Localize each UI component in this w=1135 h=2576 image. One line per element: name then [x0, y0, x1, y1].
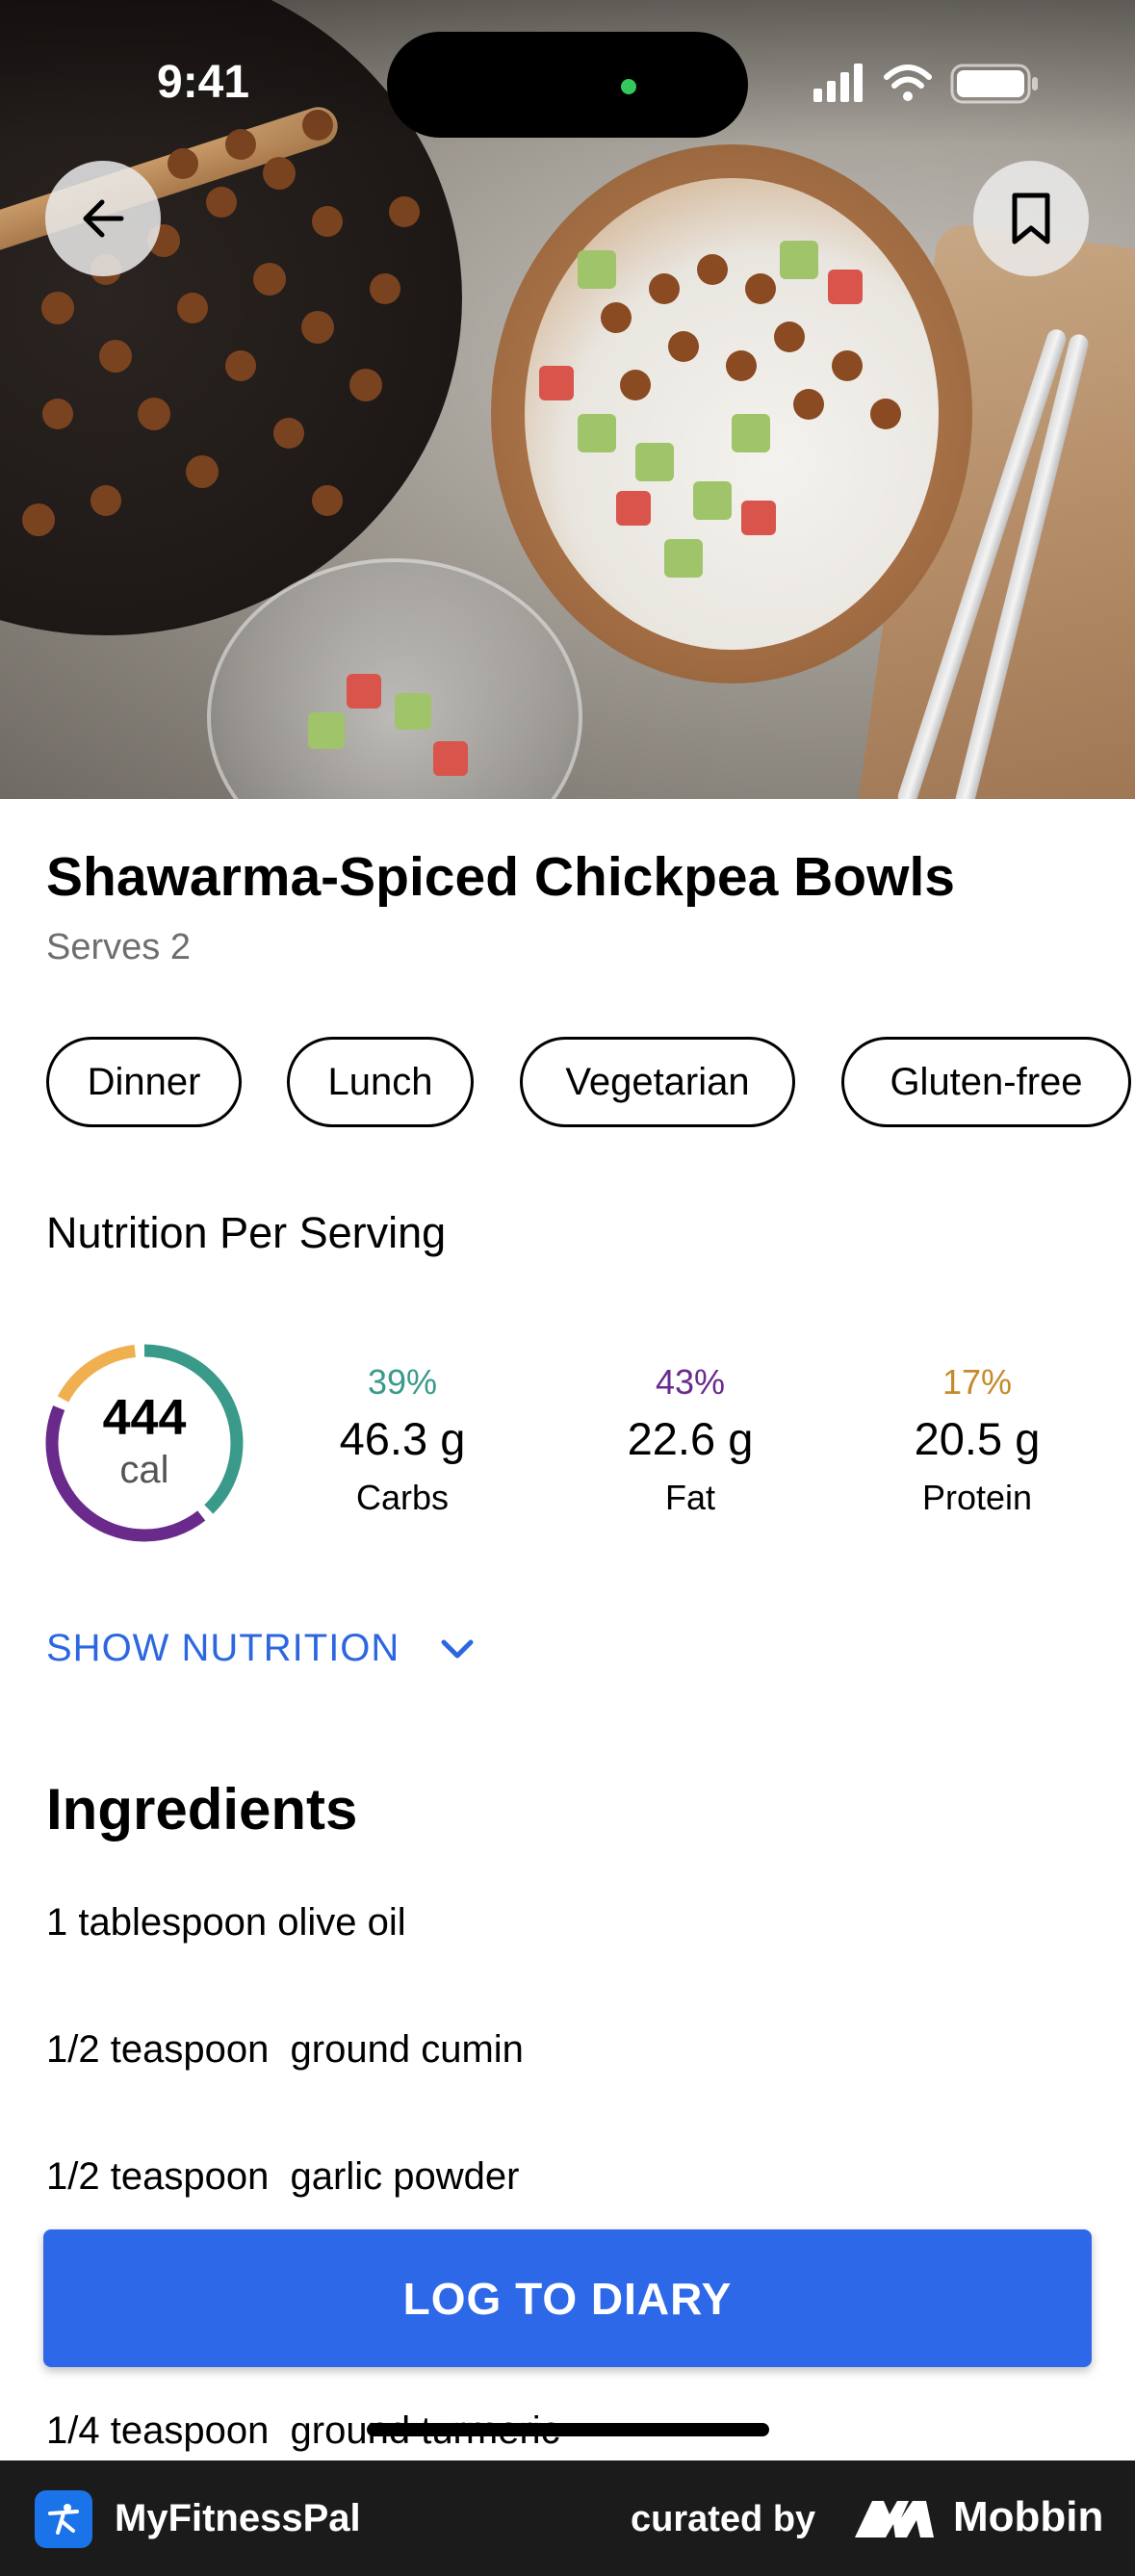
ingredient-item: 1/2 teaspoon ground cumin: [46, 2028, 524, 2071]
camera-indicator-icon: [621, 79, 636, 94]
app-name: MyFitnessPal: [115, 2497, 361, 2539]
home-indicator[interactable]: [367, 2423, 769, 2436]
mobbin-logo-icon: [855, 2501, 934, 2537]
cellular-signal-icon: [813, 64, 863, 102]
ingredient-item: 1 tablespoon olive oil: [46, 1901, 406, 1944]
recipe-serves: Serves 2: [46, 927, 191, 967]
bookmark-icon: [1012, 193, 1050, 245]
macro-amount: 46.3 g: [339, 1413, 466, 1464]
curated-by-label: curated by: [631, 2499, 816, 2539]
wifi-icon: [884, 64, 932, 89]
bookmark-button[interactable]: [973, 161, 1089, 276]
calorie-value: 444: [102, 1390, 187, 1446]
macro-percent: 17%: [942, 1362, 1013, 1402]
ingredient-item: 1/2 teaspoon garlic powder: [46, 2155, 520, 2198]
tag-dinner[interactable]: Dinner: [46, 1037, 242, 1127]
macro-percent: 43%: [655, 1362, 726, 1402]
macro-percent: 39%: [367, 1362, 438, 1402]
myfitnesspal-logo-icon: [35, 2490, 92, 2548]
show-nutrition-label: SHOW NUTRITION: [46, 1627, 400, 1669]
status-icons: [813, 64, 1038, 104]
status-time: 9:41: [157, 57, 250, 108]
tag-lunch[interactable]: Lunch: [287, 1037, 474, 1127]
chevron-down-icon: [441, 1639, 474, 1658]
macro-label: Protein: [921, 1478, 1033, 1517]
macro-amount: 22.6 g: [627, 1413, 754, 1464]
brand-name: Mobbin: [953, 2493, 1104, 2540]
calorie-unit: cal: [119, 1449, 169, 1491]
arrow-left-icon: [83, 199, 124, 238]
show-nutrition-button[interactable]: SHOW NUTRITION: [46, 1627, 477, 1670]
tag-gluten-free[interactable]: Gluten-free: [841, 1037, 1131, 1127]
battery-icon: [950, 64, 1038, 104]
ingredients-heading: Ingredients: [46, 1777, 358, 1842]
nutrition-heading: Nutrition Per Serving: [46, 1208, 447, 1257]
macro-fat: 43% 22.6 g Fat: [584, 1362, 796, 1518]
macro-protein: 17% 20.5 g Protein: [871, 1362, 1083, 1518]
macro-label: Carbs: [355, 1478, 450, 1517]
macro-amount: 20.5 g: [914, 1413, 1041, 1464]
macro-label: Fat: [664, 1478, 715, 1517]
recipe-title: Shawarma-Spiced Chickpea Bowls: [46, 846, 955, 908]
tag-vegetarian[interactable]: Vegetarian: [520, 1037, 795, 1127]
back-button[interactable]: [45, 161, 161, 276]
macro-carbs: 39% 46.3 g Carbs: [297, 1362, 508, 1518]
dynamic-island: [387, 32, 748, 138]
log-to-diary-button[interactable]: LOG TO DIARY: [43, 2229, 1092, 2367]
